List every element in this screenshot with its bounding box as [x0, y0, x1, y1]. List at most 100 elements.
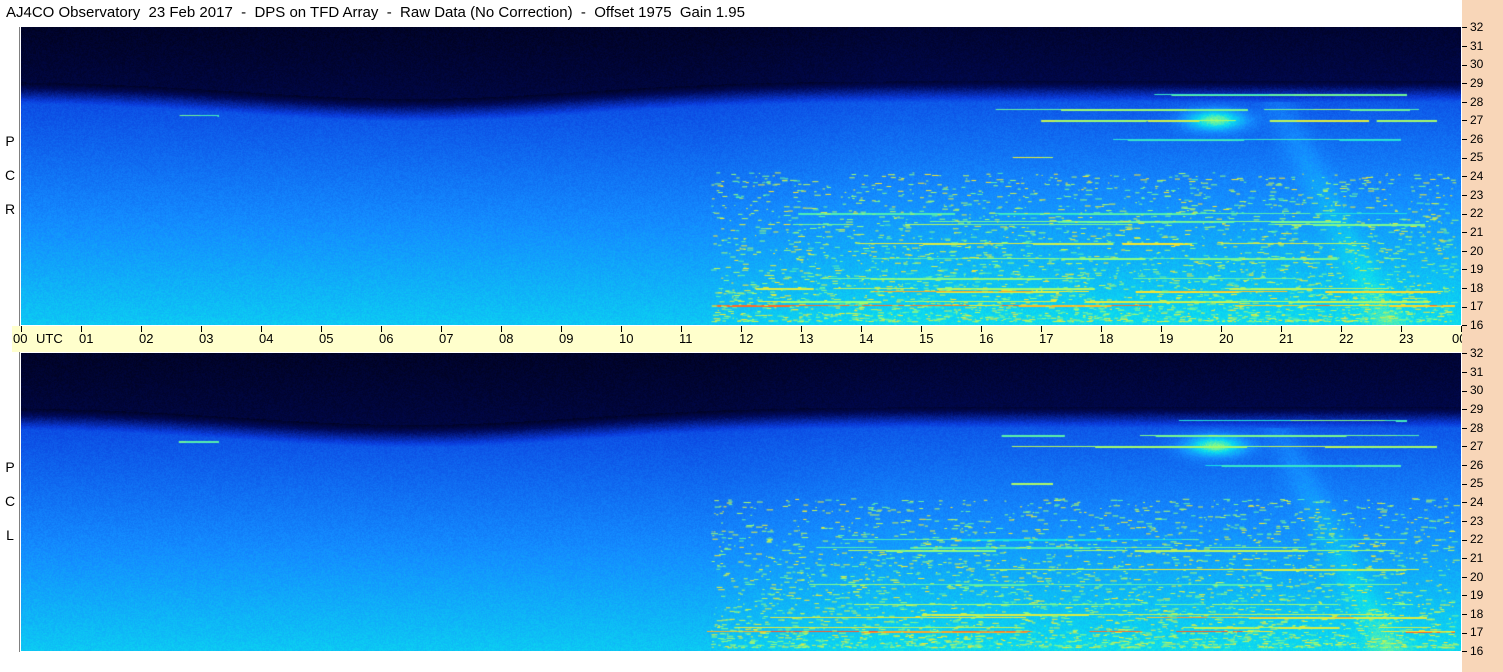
lcp-spectrogram: [21, 353, 1461, 651]
mhz-tick-mark: [1462, 353, 1467, 355]
mhz-tick-text: 30: [1470, 383, 1484, 398]
mhz-tick-mark: [1462, 232, 1467, 234]
mhz-tick-text: 24: [1470, 495, 1484, 509]
utc-tick-label: 16: [979, 331, 994, 346]
mhz-tick-text: 29: [1470, 401, 1484, 416]
utc-tick-label: 01: [79, 331, 94, 346]
mhz-tick-label: 25: [1462, 476, 1483, 490]
utc-tick-label: 19: [1159, 331, 1174, 346]
utc-tick-label: 22: [1339, 331, 1354, 346]
mhz-tick-label: 27: [1462, 113, 1483, 127]
utc-tick-label: 04: [259, 331, 274, 346]
utc-tick-label: 09: [559, 331, 574, 346]
mhz-tick-mark: [1462, 427, 1467, 429]
mhz-tick-label: 18: [1462, 607, 1483, 621]
mhz-tick-label: 16: [1462, 644, 1483, 658]
mhz-tick-mark: [1462, 288, 1467, 290]
mhz-tick-mark: [1462, 325, 1467, 327]
mhz-tick-mark: [1462, 101, 1467, 103]
mhz-tick-mark: [1462, 390, 1467, 392]
mhz-tick-label: 24: [1462, 495, 1483, 509]
mhz-tick-label: 20: [1462, 244, 1483, 258]
mhz-tick-label: 22: [1462, 206, 1483, 220]
mhz-tick-text: 20: [1470, 569, 1484, 584]
mhz-tick-label: 24: [1462, 169, 1483, 183]
lcp-label-letter: P: [5, 459, 15, 475]
mhz-tick-mark: [1462, 539, 1467, 541]
utc-tick-label: 21: [1279, 331, 1294, 346]
mhz-tick-label: 30: [1462, 57, 1483, 71]
utc-tick-label: 23: [1399, 331, 1414, 346]
mhz-tick-label: 23: [1462, 514, 1483, 528]
mhz-tick-label: 19: [1462, 588, 1483, 602]
mhz-tick-label: 23: [1462, 188, 1483, 202]
utc-tick-label: 15: [919, 331, 934, 346]
mhz-tick-label: 32: [1462, 346, 1483, 360]
utc-tick-label: 07: [439, 331, 454, 346]
mhz-tick-mark: [1462, 139, 1467, 141]
mhz-tick-label: 31: [1462, 39, 1483, 53]
mhz-tick-label: 17: [1462, 625, 1483, 639]
mhz-tick-mark: [1462, 632, 1467, 634]
mhz-tick-text: 23: [1470, 187, 1484, 202]
utc-tick-label: 06: [379, 331, 394, 346]
mhz-tick-label: 30: [1462, 383, 1483, 397]
utc-tick-label: 05: [319, 331, 334, 346]
mhz-tick-mark: [1462, 576, 1467, 578]
mhz-tick-mark: [1462, 520, 1467, 522]
utc-tick-label: 02: [139, 331, 154, 346]
chart-title: AJ4CO Observatory 23 Feb 2017 - DPS on T…: [6, 4, 745, 21]
utc-tick-label: 00: [13, 331, 28, 346]
lcp-label-letter: C: [4, 493, 16, 509]
mhz-tick-text: 22: [1470, 532, 1484, 547]
mhz-tick-text: 20: [1470, 243, 1484, 258]
mhz-tick-label: 21: [1462, 551, 1483, 565]
mhz-tick-mark: [1462, 250, 1467, 252]
mhz-tick-mark: [1462, 306, 1467, 308]
mhz-tick-text: 29: [1470, 75, 1484, 90]
mhz-tick-mark: [1462, 446, 1467, 448]
mhz-tick-text: 18: [1470, 280, 1484, 295]
utc-tick-label: 12: [739, 331, 754, 346]
utc-tick-label: 18: [1099, 331, 1114, 346]
mhz-tick-mark: [1462, 83, 1467, 85]
mhz-tick-label: 28: [1462, 95, 1483, 109]
mhz-tick-mark: [1462, 558, 1467, 560]
utc-tick-label: 17: [1039, 331, 1054, 346]
utc-tick-label: 14: [859, 331, 874, 346]
mhz-tick-text: 19: [1470, 262, 1484, 277]
mhz-tick-label: 21: [1462, 225, 1483, 239]
rcp-label-letter: P: [5, 133, 15, 149]
mhz-tick-text: 18: [1470, 606, 1484, 621]
mhz-tick-text: 23: [1470, 513, 1484, 528]
mhz-tick-mark: [1462, 120, 1467, 122]
mhz-tick-text: 31: [1470, 364, 1484, 379]
utc-tick-label: 11: [679, 331, 693, 346]
mhz-tick-text: 24: [1470, 169, 1484, 183]
mhz-tick-mark: [1462, 157, 1467, 159]
mhz-tick-mark: [1462, 176, 1467, 178]
mhz-tick-label: 25: [1462, 150, 1483, 164]
mhz-tick-text: 32: [1470, 20, 1484, 34]
rcp-label-letter: R: [4, 201, 16, 217]
mhz-tick-label: 26: [1462, 132, 1483, 146]
mhz-tick-label: 31: [1462, 365, 1483, 379]
utc-tick-label: 08: [499, 331, 514, 346]
mhz-tick-mark: [1462, 27, 1467, 29]
mhz-tick-text: 25: [1470, 476, 1484, 491]
mhz-tick-mark: [1462, 64, 1467, 66]
mhz-tick-mark: [1462, 651, 1467, 653]
mhz-tick-mark: [1462, 483, 1467, 485]
utc-tick-label: 10: [619, 331, 634, 346]
mhz-tick-mark: [1462, 409, 1467, 411]
mhz-tick-label: 16: [1462, 318, 1483, 332]
mhz-tick-label: 26: [1462, 458, 1483, 472]
mhz-tick-mark: [1462, 614, 1467, 616]
utc-tick-label: 13: [799, 331, 814, 346]
mhz-tick-text: 31: [1470, 38, 1484, 53]
mhz-tick-text: 28: [1470, 94, 1484, 109]
rcp-spectrogram: [21, 27, 1461, 325]
mhz-tick-mark: [1462, 465, 1467, 467]
mhz-tick-label: 27: [1462, 439, 1483, 453]
mhz-tick-text: 26: [1470, 457, 1484, 472]
